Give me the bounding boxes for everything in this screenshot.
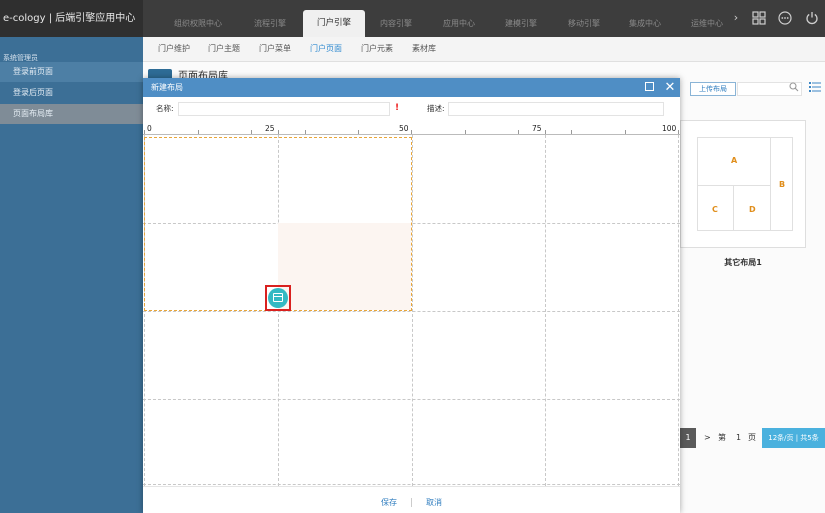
ruler-label: 25 xyxy=(265,124,275,133)
ruler-tick xyxy=(144,130,145,134)
subnav-portal-maintain[interactable]: 门户维护 xyxy=(158,37,190,61)
description-field[interactable] xyxy=(448,102,664,116)
ruler-tick xyxy=(278,130,279,134)
ruler-tick xyxy=(198,130,199,134)
sidebar-item-post-login[interactable]: 登录后页面 xyxy=(0,83,143,103)
maximize-icon[interactable] xyxy=(645,82,654,91)
layout-divider xyxy=(733,185,734,231)
sub-nav: 门户维护 门户主题 门户菜单 门户页面 门户元素 素材库 xyxy=(143,37,825,62)
subnav-portal-theme[interactable]: 门户主题 xyxy=(208,37,240,61)
list-view-icon[interactable] xyxy=(808,82,822,96)
layout-card-label: 其它布局1 xyxy=(724,258,762,267)
tab-org-permission[interactable]: 组织权限中心 xyxy=(163,10,233,37)
grid-line xyxy=(143,484,680,485)
required-icon: ! xyxy=(395,103,400,113)
chevron-right-icon[interactable]: › xyxy=(729,11,743,25)
resize-handle-highlight xyxy=(265,285,291,311)
power-icon[interactable] xyxy=(805,11,819,25)
name-field[interactable] xyxy=(178,102,390,116)
save-button[interactable]: 保存 xyxy=(381,497,397,508)
region-b-label: B xyxy=(779,180,786,189)
ruler-label: 50 xyxy=(399,124,409,133)
name-label: 名称: xyxy=(156,104,174,113)
layout-grid[interactable] xyxy=(143,135,680,486)
grid-line xyxy=(143,399,680,400)
tab-workflow-engine[interactable]: 流程引擎 xyxy=(235,10,305,37)
ruler-tick xyxy=(305,130,306,134)
dialog-header: 新建布局 ✕ xyxy=(143,78,680,97)
tab-portal-engine[interactable]: 门户引擎 xyxy=(303,10,365,37)
ruler-label: 0 xyxy=(147,124,152,133)
close-icon[interactable]: ✕ xyxy=(664,78,676,97)
region-d-label: D xyxy=(749,205,756,214)
more-icon[interactable] xyxy=(778,11,792,25)
pager-current-page[interactable]: 1 xyxy=(680,428,696,448)
ruler-tick xyxy=(625,130,626,134)
region-a-label: A xyxy=(731,156,738,165)
tab-content-engine[interactable]: 内容引擎 xyxy=(365,10,427,37)
new-layout-dialog: 新建布局 ✕ 名称: ! 描述: 0 25 50 75 100 保存 取消 xyxy=(143,78,680,513)
ruler-tick xyxy=(545,130,546,134)
app-brand: e-cology | 后端引擎应用中心 xyxy=(0,0,143,37)
tab-modeling-engine[interactable]: 建模引擎 xyxy=(491,10,551,37)
search-icon[interactable] xyxy=(788,82,800,96)
grid-icon[interactable] xyxy=(752,11,766,25)
tab-app-center[interactable]: 应用中心 xyxy=(429,10,489,37)
sidebar-item-layout-library[interactable]: 页面布局库 xyxy=(0,104,143,124)
description-label: 描述: xyxy=(427,104,445,113)
pager-info[interactable]: 12条/页 | 共5条 xyxy=(762,428,825,448)
top-bar: e-cology | 后端引擎应用中心 组织权限中心 流程引擎 门户引擎 内容引… xyxy=(0,0,825,37)
ruler-tick xyxy=(251,130,252,134)
subnav-portal-element[interactable]: 门户元素 xyxy=(361,37,393,61)
pager-goto-input[interactable]: 1 xyxy=(736,428,741,448)
region-c-label: C xyxy=(712,205,718,214)
ruler-tick xyxy=(465,130,466,134)
dialog-title: 新建布局 xyxy=(151,83,183,92)
footer-separator xyxy=(411,498,412,507)
cancel-button[interactable]: 取消 xyxy=(426,497,442,508)
tab-integration-center[interactable]: 集成中心 xyxy=(615,10,675,37)
pager-next-button[interactable]: > xyxy=(704,428,711,448)
ruler-tick xyxy=(571,130,572,134)
subnav-material-library[interactable]: 素材库 xyxy=(412,37,436,61)
dialog-footer: 保存 取消 xyxy=(143,486,680,513)
width-ruler: 0 25 50 75 100 xyxy=(143,123,680,135)
pager-goto-suffix: 页 xyxy=(748,433,756,442)
ruler-tick xyxy=(358,130,359,134)
dialog-form: 名称: ! 描述: xyxy=(143,97,680,123)
ruler-tick xyxy=(411,130,412,134)
ruler-tick xyxy=(518,130,519,134)
grid-line xyxy=(143,311,680,312)
pager-goto-prefix: 第 xyxy=(718,433,726,442)
sidebar: 系统管理员 登录前页面 登录后页面 页面布局库 xyxy=(0,37,143,513)
ruler-tick xyxy=(678,130,679,134)
layout-divider xyxy=(770,137,771,231)
tab-ops-center[interactable]: 运维中心 xyxy=(677,10,737,37)
subnav-portal-menu[interactable]: 门户菜单 xyxy=(259,37,291,61)
subnav-portal-page[interactable]: 门户页面 xyxy=(310,37,342,61)
upload-layout-button[interactable]: 上传布局 xyxy=(690,82,736,96)
ruler-label: 75 xyxy=(532,124,542,133)
tab-mobile-engine[interactable]: 移动引擎 xyxy=(553,10,615,37)
ruler-label: 100 xyxy=(662,124,677,133)
sidebar-item-pre-login[interactable]: 登录前页面 xyxy=(0,62,143,82)
